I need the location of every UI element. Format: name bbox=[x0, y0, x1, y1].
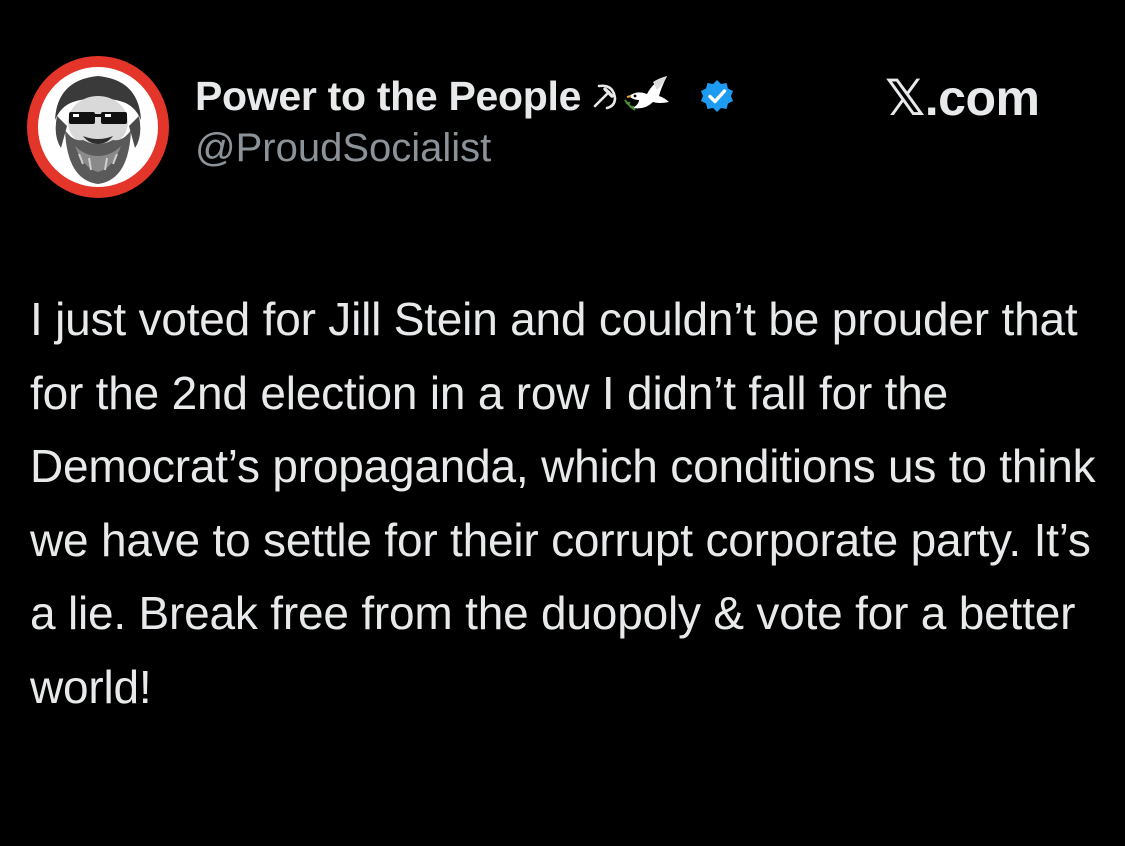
brand-label: 𝕏.com bbox=[885, 70, 1040, 126]
name-emojis bbox=[589, 72, 673, 120]
name-row: Power to the People bbox=[195, 70, 735, 122]
avatar[interactable] bbox=[27, 56, 169, 198]
user-handle[interactable]: @ProudSocialist bbox=[195, 126, 735, 171]
display-name[interactable]: Power to the People bbox=[195, 73, 581, 120]
tweet-text: I just voted for Jill Stein and couldn’t… bbox=[30, 293, 1096, 713]
avatar-portrait-icon bbox=[38, 67, 158, 187]
hammer-and-sickle-icon bbox=[593, 84, 617, 110]
dove-icon bbox=[624, 76, 670, 111]
verified-badge-icon bbox=[701, 80, 734, 112]
verified-badge[interactable] bbox=[699, 78, 735, 114]
tweet-header: Power to the People @ProudSocialist bbox=[195, 70, 735, 171]
brand-watermark: 𝕏.com bbox=[885, 70, 1040, 126]
tweet-screenshot: Power to the People @ProudSocialist 𝕏.co… bbox=[0, 0, 1125, 846]
